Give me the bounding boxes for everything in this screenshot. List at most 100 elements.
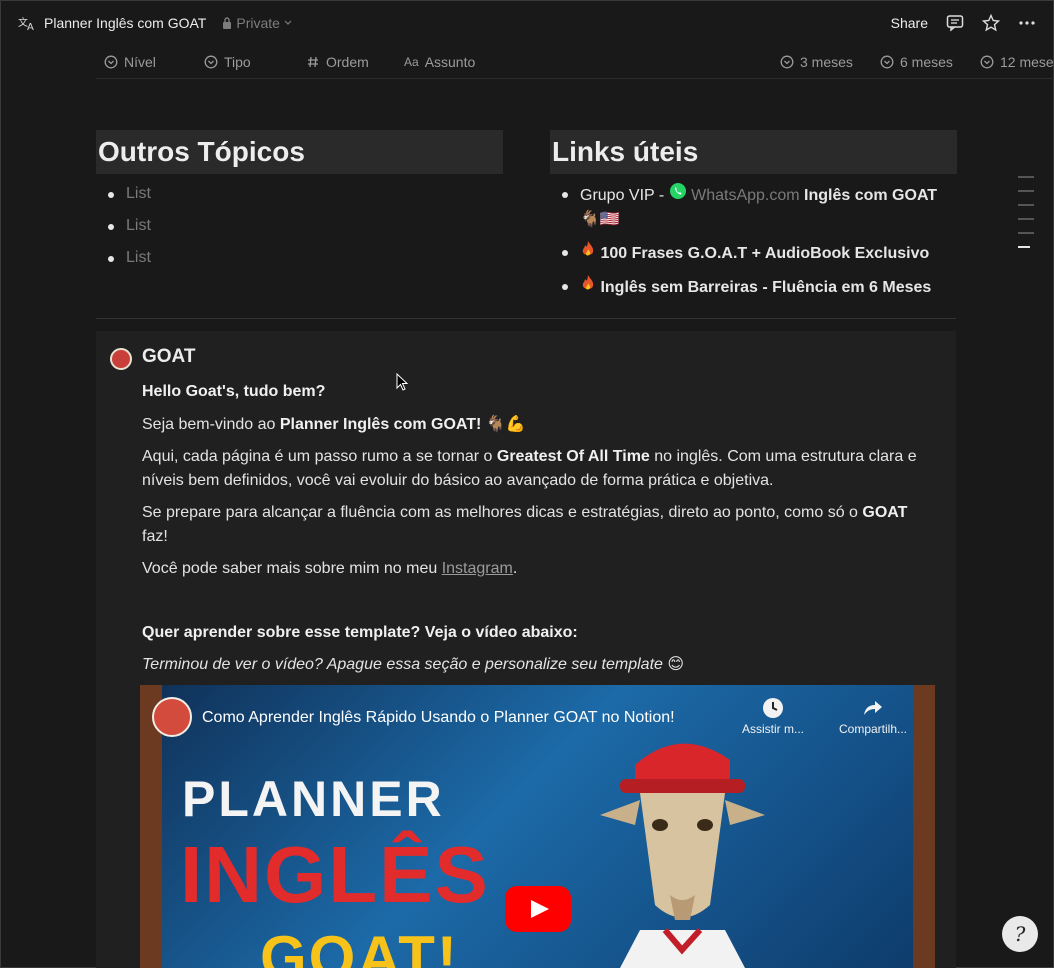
emoji-goat-muscle: 🐐💪 [481,416,526,433]
property-tipo[interactable]: Tipo [204,45,251,78]
circle-chevron-icon [780,55,794,69]
property-nivel[interactable]: Nível [104,45,156,78]
heading-text: Links úteis [552,136,699,167]
outline-marker-active [1018,246,1030,248]
prepare-paragraph: Se prepare para alcançar a fluência com … [142,501,932,549]
thumbnail-text-ingles: INGLÊS [180,830,490,919]
list-item-ingles-sem-barreiras[interactable]: Inglês sem Barreiras - Fluência em 6 Mes… [552,274,950,300]
text: Seja bem-vindo ao [142,416,280,433]
star-icon[interactable] [982,13,1000,32]
callout-title: GOAT [142,346,196,367]
text: Você pode saber mais sobre mim no meu [142,560,442,577]
privacy-badge[interactable]: Private [222,15,292,31]
property-12-meses[interactable]: 12 meses [980,45,1054,78]
divider [96,318,956,319]
whatsapp-link[interactable]: WhatsApp.com [691,187,799,204]
bold-text: Greatest Of All Time [496,448,650,465]
channel-avatar[interactable] [152,697,192,737]
watch-later-button[interactable]: Assistir m... [728,697,818,736]
property-label: 12 meses [1000,53,1054,70]
link-text: Inglês sem Barreiras - Fluência em 6 Mes… [600,279,932,296]
property-ordem[interactable]: Ordem [306,45,369,78]
chevron-down-icon [284,19,292,27]
property-label: 3 meses [800,53,853,70]
mouse-cursor-icon [396,373,408,391]
share-button[interactable]: Share [891,15,928,31]
translate-icon: 文A [18,15,38,31]
property-label: Nível [124,53,156,70]
link-text: 100 Frases G.O.A.T + AudioBook Exclusivo [600,245,930,262]
property-assunto[interactable]: Aa Assunto [404,45,475,78]
lock-icon [222,16,232,29]
video-title[interactable]: Como Aprender Inglês Rápido Usando o Pla… [202,709,675,727]
help-button[interactable]: ? [1002,916,1038,952]
greeting-text: Hello Goat's, tudo bem? [142,383,326,400]
outline-marker [1018,190,1034,192]
list-item[interactable]: List [98,246,498,270]
youtube-embed[interactable]: Como Aprender Inglês Rápido Usando o Pla… [140,685,935,968]
outline-marker [1018,232,1034,234]
clock-icon [762,697,784,719]
list-item[interactable]: List [98,182,498,206]
goat-avatar-icon [110,348,132,370]
bold-text: GOAT [862,504,908,521]
breadcrumb: 文A Planner Inglês com GOAT Private [18,15,292,31]
fire-icon [580,240,596,258]
thumbnail-text-planner: PLANNER [182,771,445,827]
list-item-100-frases[interactable]: 100 Frases G.O.A.T + AudioBook Exclusivo [552,240,950,266]
outline-marker [1018,218,1034,220]
page-outline[interactable] [1018,176,1034,260]
watch-later-label: Assistir m... [742,722,804,736]
video-question: Quer aprender sobre esse template? Veja … [142,621,932,645]
property-6-meses[interactable]: 6 meses [880,45,953,78]
svg-text:A: A [27,22,34,31]
outline-marker [1018,204,1034,206]
intro-paragraph: Aqui, cada página é um passo rumo a se t… [142,445,932,493]
comment-icon[interactable] [946,14,964,32]
property-header-row: Nível Tipo Ordem Aa Assunto 3 meses 6 me… [96,45,1054,79]
instagram-link[interactable]: Instagram [442,560,513,577]
circle-chevron-icon [204,55,218,69]
privacy-label: Private [236,14,280,31]
fire-icon [580,274,596,292]
page-title-breadcrumb[interactable]: Planner Inglês com GOAT [44,15,206,31]
link-suffix: Inglês com GOAT [799,187,938,204]
greeting: Hello Goat's, tudo bem? [142,380,932,404]
text: Se prepare para alcançar a fluência com … [142,504,863,521]
list-item-grupo-vip[interactable]: Grupo VIP - WhatsApp.com Inglês com GOAT… [552,182,950,232]
property-3-meses[interactable]: 3 meses [780,45,853,78]
bold-text: Planner Inglês com GOAT! [279,416,482,433]
circle-chevron-icon [980,55,994,69]
circle-chevron-icon [880,55,894,69]
play-button[interactable] [505,886,571,932]
whatsapp-icon [669,182,687,200]
bold-text: Quer aprender sobre esse template? Veja … [142,624,578,641]
top-bar: 文A Planner Inglês com GOAT Private Share [0,0,1054,45]
heading-text: Outros Tópicos [98,136,305,167]
circle-chevron-icon [104,55,118,69]
text: . [512,560,518,577]
links-uteis-list: Grupo VIP - WhatsApp.com Inglês com GOAT… [552,182,950,308]
property-label: 6 meses [900,53,953,70]
property-label: Tipo [224,53,251,70]
links-uteis-heading: Links úteis [550,130,957,174]
outros-topicos-heading: Outros Tópicos [96,130,503,174]
share-video-label: Compartilh... [838,722,908,736]
more-options-icon[interactable] [1018,20,1036,26]
instagram-paragraph: Você pode saber mais sobre mim no meu In… [142,557,932,581]
link-prefix: Grupo VIP - [580,187,669,204]
hash-icon [306,55,320,69]
share-arrow-icon [862,697,884,719]
list-item[interactable]: List [98,214,498,238]
text: faz! [142,528,168,545]
outline-marker [1018,176,1034,178]
share-video-button[interactable]: Compartilh... [828,697,918,736]
help-icon: ? [1014,922,1026,946]
text: Aqui, cada página é um passo rumo a se t… [142,448,497,465]
thumbnail-text-goat: GOAT! [260,924,459,968]
emoji-goat-flag: 🐐🇺🇸 [580,211,620,228]
welcome-paragraph: Seja bem-vindo ao Planner Inglês com GOA… [142,413,932,437]
property-label: Ordem [326,53,369,70]
text-aa-icon: Aa [404,54,419,69]
video-note: Terminou de ver o vídeo? Apague essa seç… [142,656,685,673]
